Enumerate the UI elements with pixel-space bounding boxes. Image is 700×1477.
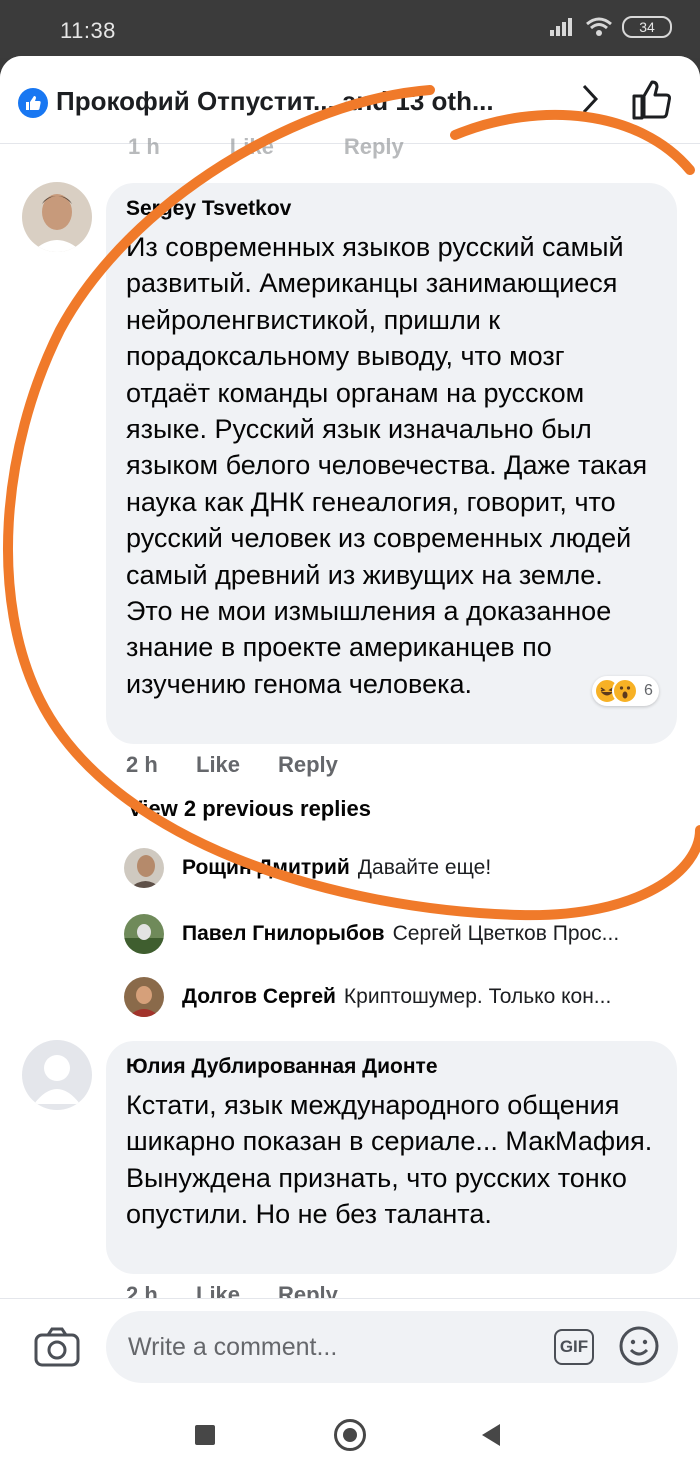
- previous-reply-button[interactable]: Reply: [344, 134, 404, 160]
- reply-text: Сергей Цветков Прос...: [392, 922, 620, 945]
- reply-author[interactable]: Долгов Сергей: [182, 985, 336, 1009]
- avatar: [124, 914, 164, 954]
- chevron-right-icon[interactable]: [578, 82, 602, 116]
- reply-author[interactable]: Рощин Дмитрий: [182, 856, 350, 880]
- wow-reaction-icon: [612, 678, 638, 704]
- comment-author[interactable]: Sergey Tsvetkov: [126, 197, 655, 221]
- comment-composer: Write a comment... GIF: [0, 1299, 700, 1408]
- thumbs-up-icon[interactable]: [630, 78, 674, 122]
- battery-indicator: 34: [622, 16, 672, 38]
- comment-time: 2 h: [126, 752, 158, 777]
- avatar[interactable]: [22, 1040, 92, 1110]
- status-time: 11:38: [60, 18, 116, 43]
- status-bar: 11:38 34: [0, 0, 700, 58]
- emoji-icon[interactable]: [618, 1325, 660, 1367]
- comment-author[interactable]: Юлия Дублированная Дионте: [126, 1055, 655, 1079]
- recents-icon[interactable]: [195, 1425, 215, 1445]
- reply-author[interactable]: Павел Гнилорыбов: [182, 922, 385, 946]
- reply-text: Криптошумер. Только кон...: [343, 985, 612, 1008]
- reply-preview[interactable]: Рощин Дмитрий Давайте еще!: [124, 848, 684, 888]
- reactions-header[interactable]: Прокофий Отпустит... and 13 oth...: [0, 56, 700, 144]
- like-badge-icon: [18, 88, 48, 118]
- comment-actions: 2 h Like Reply: [126, 752, 338, 778]
- comment-bubble[interactable]: Юлия Дублированная Дионте Кстати, язык м…: [106, 1041, 677, 1274]
- comment-actions: 2 h Like Reply: [126, 1282, 338, 1298]
- camera-icon[interactable]: [34, 1327, 80, 1367]
- avatar[interactable]: [22, 182, 92, 252]
- avatar: [124, 848, 164, 888]
- previous-like-button[interactable]: Like: [230, 134, 274, 160]
- view-previous-replies-link[interactable]: View 2 previous replies: [128, 796, 371, 822]
- comment-text: Кстати, язык международного общения шика…: [126, 1090, 653, 1230]
- system-nav-bar: [0, 1408, 700, 1477]
- reply-button[interactable]: Reply: [278, 1282, 338, 1298]
- avatar: [124, 977, 164, 1017]
- previous-time: 1 h: [128, 134, 160, 159]
- like-button[interactable]: Like: [196, 1282, 278, 1298]
- comment-text: Из современных языков русский самый разв…: [126, 232, 648, 699]
- previous-comment-actions: 1 h Like Reply: [128, 134, 404, 160]
- comment-placeholder: Write a comment...: [128, 1333, 338, 1361]
- signal-icon: [550, 18, 572, 36]
- header-title[interactable]: Прокофий Отпустит... and 13 oth...: [56, 86, 556, 117]
- comment-time: 2 h: [126, 1282, 158, 1298]
- back-icon[interactable]: [482, 1424, 500, 1446]
- reply-button[interactable]: Reply: [278, 752, 338, 778]
- reaction-summary[interactable]: 6: [592, 676, 659, 706]
- gif-button[interactable]: GIF: [554, 1329, 594, 1365]
- reply-preview[interactable]: Павел Гнилорыбов Сергей Цветков Прос...: [124, 914, 684, 954]
- reply-preview[interactable]: Долгов Сергей Криптошумер. Только кон...: [124, 977, 684, 1017]
- comment-bubble[interactable]: Sergey Tsvetkov Из современных языков ру…: [106, 183, 677, 744]
- comment-input[interactable]: Write a comment... GIF: [106, 1311, 678, 1383]
- status-icons: 34: [550, 16, 672, 38]
- like-button[interactable]: Like: [196, 752, 278, 778]
- reply-text: Давайте еще!: [357, 856, 492, 879]
- wifi-icon: [586, 17, 612, 36]
- home-icon[interactable]: [334, 1419, 366, 1451]
- reaction-count: 6: [644, 682, 653, 699]
